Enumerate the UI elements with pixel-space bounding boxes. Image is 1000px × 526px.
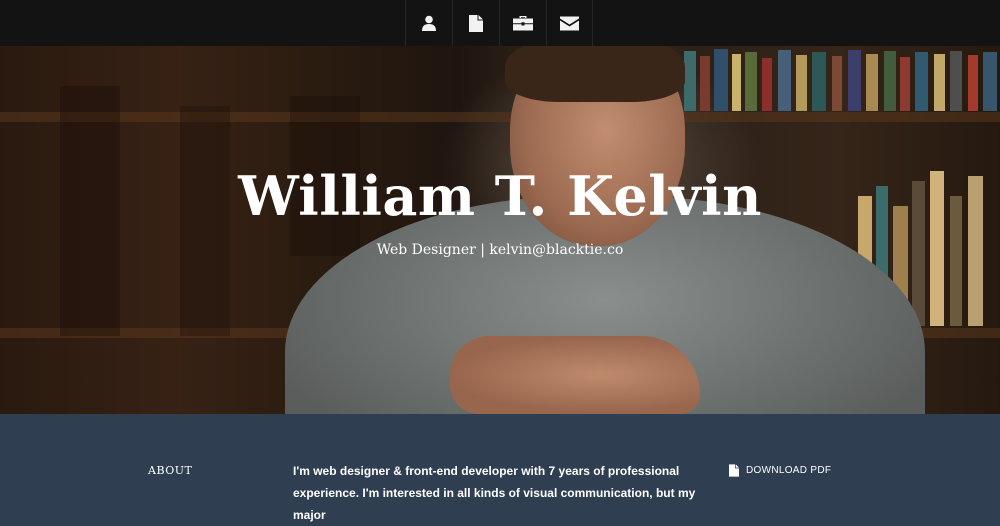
envelope-icon xyxy=(560,16,579,30)
nav-item-about[interactable] xyxy=(405,0,452,46)
hero-banner: William T. Kelvin Web Designer | kelvin@… xyxy=(0,46,1000,414)
about-text: I'm web designer & front-end developer w… xyxy=(293,464,696,522)
hero-title: William T. Kelvin xyxy=(238,164,762,228)
file-icon xyxy=(469,14,483,32)
nav-item-portfolio[interactable] xyxy=(499,0,546,46)
hero-subtitle: Web Designer | kelvin@blacktie.co xyxy=(376,242,624,258)
file-icon xyxy=(729,464,739,477)
user-icon xyxy=(422,15,436,31)
about-section: ABOUT I'm web designer & front-end devel… xyxy=(0,414,1000,522)
about-heading: ABOUT xyxy=(148,464,193,477)
nav-item-resume[interactable] xyxy=(452,0,499,46)
briefcase-icon xyxy=(513,16,533,31)
person-hand xyxy=(450,336,700,414)
person-hair xyxy=(505,46,685,102)
top-navbar xyxy=(0,0,1000,46)
download-pdf-label: DOWNLOAD PDF xyxy=(746,465,832,476)
download-pdf-link[interactable]: DOWNLOAD PDF xyxy=(729,464,831,477)
nav-icon-group xyxy=(405,0,593,46)
nav-item-contact[interactable] xyxy=(546,0,593,46)
